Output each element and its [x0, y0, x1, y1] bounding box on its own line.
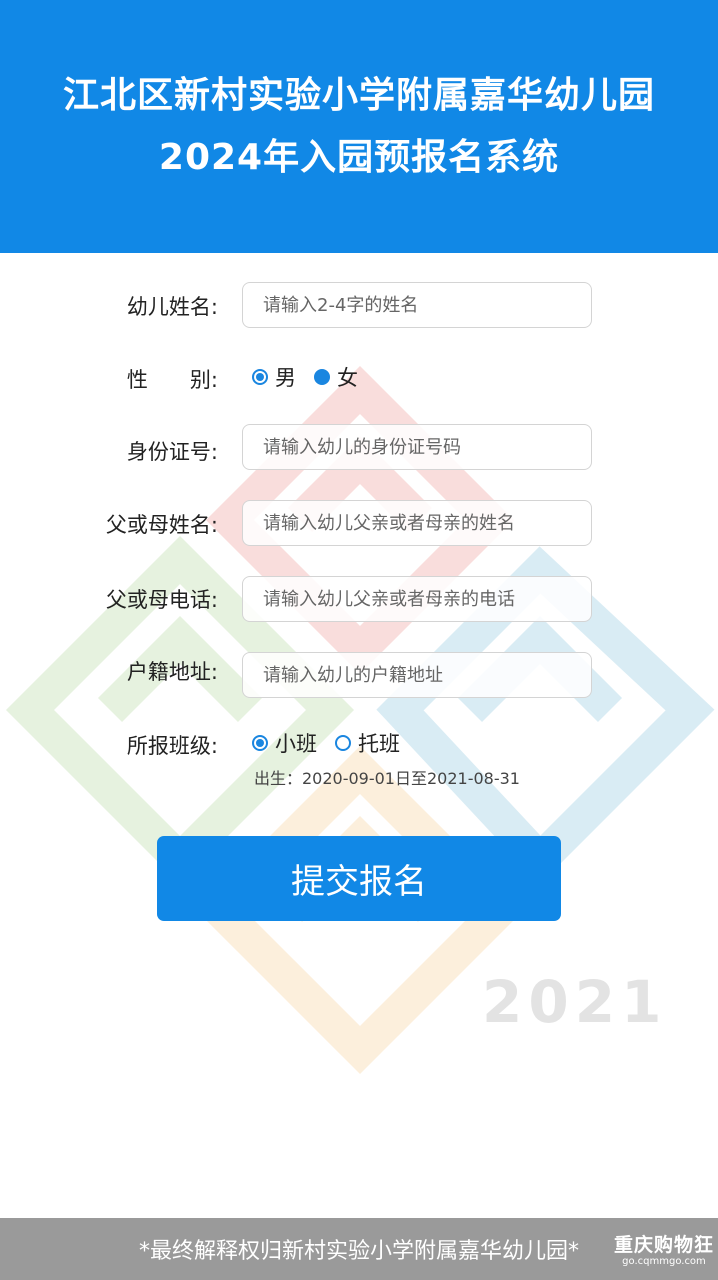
birth-range-hint: 出生：2020-09-01日至2021-08-31	[254, 769, 520, 788]
gender-option-male[interactable]: 男	[252, 362, 296, 392]
parent-phone-label: 父或母电话:	[105, 588, 218, 612]
id-number-label: 身份证号:	[126, 440, 218, 464]
class-nursery-label: 托班	[358, 732, 400, 756]
brand-url: go.cqmmgo.com	[622, 1256, 706, 1267]
radio-checked-icon	[252, 735, 268, 751]
radio-unchecked-icon	[335, 735, 351, 751]
class-option-small[interactable]: 小班	[252, 728, 317, 758]
brand-watermark: 重庆购物狂 go.cqmmgo.com	[614, 1234, 714, 1268]
submit-registration-button[interactable]: 提交报名	[157, 836, 561, 921]
gender-label: 性 别:	[126, 368, 218, 392]
parent-name-input[interactable]	[242, 500, 592, 546]
page-title-line2: 2024年入园预报名系统	[158, 137, 560, 178]
radio-filled-icon	[314, 369, 330, 385]
gender-male-label: 男	[275, 366, 296, 390]
class-option-nursery[interactable]: 托班	[335, 728, 400, 758]
child-name-input[interactable]	[242, 282, 592, 328]
header-banner: 江北区新村实验小学附属嘉华幼儿园 2024年入园预报名系统	[0, 0, 718, 253]
household-address-input[interactable]	[242, 652, 592, 698]
footer-note: *最终解释权归新村实验小学附属嘉华幼儿园*	[138, 1239, 579, 1264]
radio-checked-icon	[252, 369, 268, 385]
gender-female-label: 女	[337, 366, 358, 390]
child-name-label: 幼儿姓名:	[126, 295, 218, 319]
class-small-label: 小班	[275, 732, 317, 756]
watermark-year: 2021	[482, 968, 668, 1036]
parent-name-label: 父或母姓名:	[105, 513, 218, 537]
gender-option-female[interactable]: 女	[314, 362, 358, 392]
gender-radio-group: 男 女	[252, 362, 376, 392]
class-radio-group: 小班 托班	[252, 728, 418, 758]
footer-bar: *最终解释权归新村实验小学附属嘉华幼儿园* 重庆购物狂 go.cqmmgo.co…	[0, 1218, 718, 1280]
page-title-line1: 江北区新村实验小学附属嘉华幼儿园	[62, 75, 655, 116]
id-number-input[interactable]	[242, 424, 592, 470]
class-label: 所报班级:	[126, 734, 218, 758]
brand-name: 重庆购物狂	[613, 1234, 714, 1256]
parent-phone-input[interactable]	[242, 576, 592, 622]
household-address-label: 户籍地址:	[126, 660, 218, 684]
